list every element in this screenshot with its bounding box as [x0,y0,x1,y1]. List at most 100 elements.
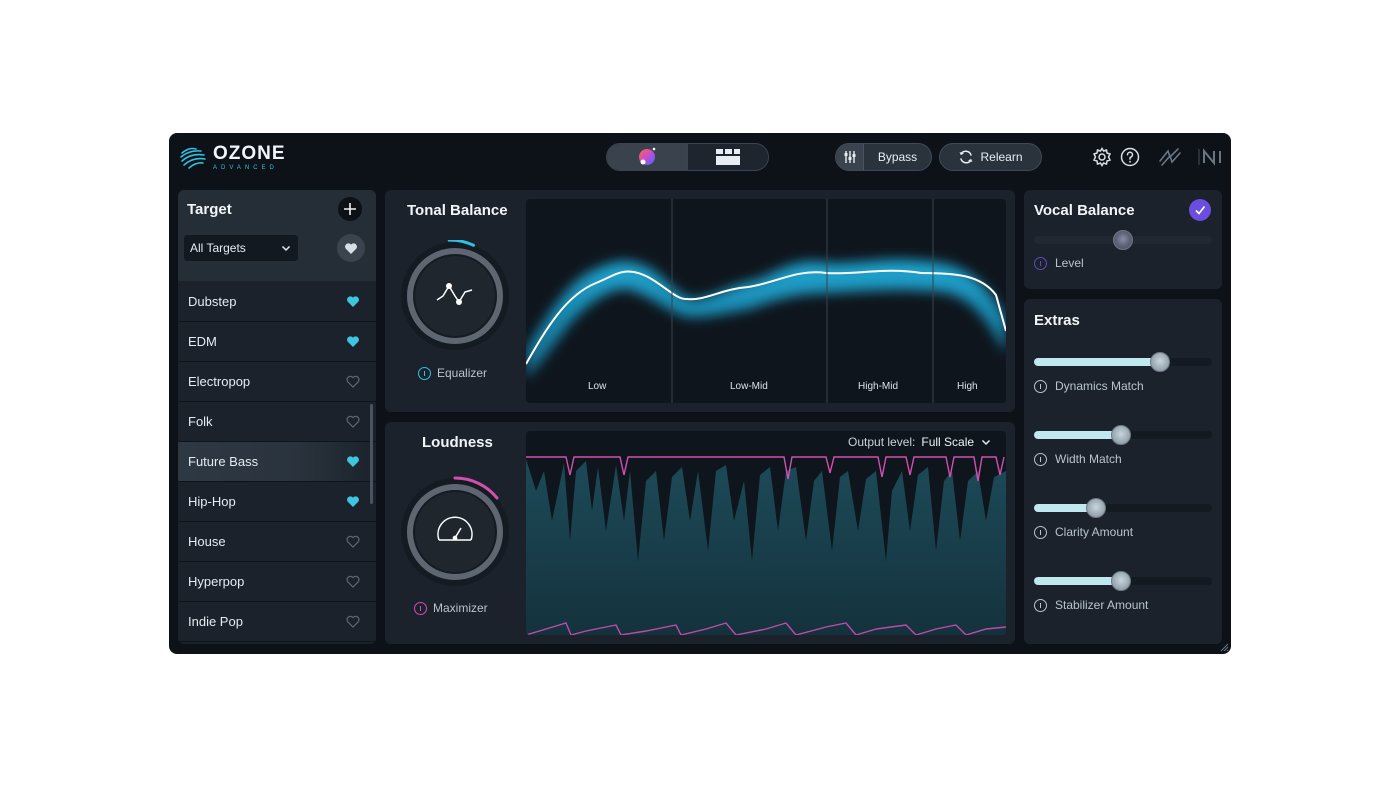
target-item-label: Indie Pop [188,614,243,629]
target-list-item[interactable]: Dubstep [178,282,376,322]
assistant-orb-icon [639,147,656,165]
ozone-logo-icon [180,147,206,169]
modules-view-button[interactable] [687,144,768,170]
vocal-level-toggle[interactable]: Level [1034,256,1084,270]
target-list-item[interactable]: Future Bass [178,442,376,482]
favorite-heart-icon[interactable] [346,455,360,468]
loudness-title: Loudness [422,434,493,451]
refresh-icon [959,150,973,164]
izotope-logo-icon [1159,148,1181,166]
relearn-button[interactable]: Relearn [939,143,1042,171]
vocal-level-slider[interactable] [1034,230,1212,250]
extras-slider-toggle[interactable]: Stabilizer Amount [1034,598,1148,612]
logo-title: OZONE [213,142,286,164]
add-target-button[interactable] [338,197,362,221]
favorite-heart-icon[interactable] [346,295,360,308]
tonal-balance-panel: Tonal Balance Equalizer Low Low-Mid High… [385,190,1015,412]
target-item-label: Folk [188,414,213,429]
target-list-item[interactable]: Electropop [178,362,376,402]
target-filter-value: All Targets [190,241,246,255]
target-list-item[interactable]: EDM [178,322,376,362]
target-list-item[interactable]: Folk [178,402,376,442]
target-list-scrollbar[interactable] [370,404,373,504]
maximizer-module-toggle[interactable]: Maximizer [414,601,488,615]
settings-button[interactable] [1091,146,1113,168]
help-button[interactable] [1119,146,1141,168]
extras-slider-label: Dynamics Match [1055,379,1144,393]
vocal-balance-enable-toggle[interactable] [1189,199,1211,221]
logo-subtitle: ADVANCED [213,164,278,171]
target-item-label: Electropop [188,374,251,389]
slider-thumb[interactable] [1111,425,1132,445]
band-label-low-mid: Low-Mid [730,381,768,392]
extras-slider-label: Stabilizer Amount [1055,598,1149,612]
extras-slider-toggle[interactable]: Width Match [1034,452,1122,466]
equalizer-knob[interactable] [399,240,511,352]
target-list-item[interactable]: Hip-Hop [178,482,376,522]
favorite-heart-icon[interactable] [346,535,360,548]
favorite-heart-icon[interactable] [346,375,360,388]
resize-grip-icon[interactable] [1219,642,1229,652]
favorite-heart-icon[interactable] [346,415,360,428]
equalizer-module-toggle[interactable]: Equalizer [418,366,487,380]
extras-slider[interactable] [1034,498,1212,518]
extras-slider[interactable] [1034,352,1212,372]
help-icon [1120,147,1140,167]
slider-thumb[interactable] [1111,571,1132,591]
gear-icon [1092,147,1112,167]
vocal-balance-title: Vocal Balance [1034,202,1135,219]
equalizer-label: Equalizer [437,366,488,380]
slider-fill [1034,358,1161,366]
extras-slider-label: Width Match [1055,452,1122,466]
extras-slider[interactable] [1034,425,1212,445]
native-instruments-button[interactable] [1197,146,1225,168]
band-label-high: High [957,381,978,392]
extras-slider-label: Clarity Amount [1055,525,1134,539]
slider-thumb[interactable] [1086,498,1107,518]
heart-icon [345,242,357,254]
izotope-link-button[interactable] [1157,146,1183,168]
vocal-level-thumb[interactable] [1113,230,1133,250]
target-list: Dubstep EDM Electropop Folk Future Bass Hip-H… [178,282,376,642]
extras-panel: Extras Dynamics Match Width Match Clarity … [1024,299,1222,644]
output-level-label: Output level: [848,435,916,449]
target-list-item[interactable]: Hyperpop [178,562,376,602]
loudness-panel: Loudness Maximizer Output level: Full Sc… [385,422,1015,644]
maximizer-knob[interactable] [399,476,511,588]
favorite-heart-icon[interactable] [346,575,360,588]
maximizer-label: Maximizer [433,601,488,615]
extras-slider-toggle[interactable]: Clarity Amount [1034,525,1133,539]
ozone-logo: OZONE ADVANCED [179,143,286,171]
target-title: Target [187,201,232,218]
power-icon [418,366,431,380]
bypass-label: Bypass [877,150,918,164]
favorites-filter-button[interactable] [337,234,365,262]
power-icon [414,601,427,615]
power-icon [1034,379,1047,393]
band-label-low: Low [588,381,607,392]
target-item-label: House [188,534,226,549]
extras-slider-toggle[interactable]: Dynamics Match [1034,379,1144,393]
tonal-balance-graph: Low Low-Mid High-Mid High [526,199,1006,403]
power-icon [1034,598,1047,612]
loudness-waveform [526,456,1006,635]
power-icon [1034,256,1047,270]
favorite-heart-icon[interactable] [346,335,360,348]
power-icon [1034,525,1047,539]
output-level-value: Full Scale [921,435,975,449]
power-icon [1034,452,1047,466]
favorite-heart-icon[interactable] [346,495,360,508]
bypass-button[interactable]: Bypass [835,143,932,171]
slider-thumb[interactable] [1150,352,1171,372]
view-mode-switch [606,143,769,171]
target-item-label: Hyperpop [188,574,245,589]
target-filter-select[interactable]: All Targets [184,235,298,261]
output-level-select[interactable]: Output level: Full Scale [848,435,992,449]
extras-slider[interactable] [1034,571,1212,591]
vocal-balance-panel: Vocal Balance Level [1024,190,1222,289]
assistant-view-button[interactable] [607,144,687,170]
favorite-heart-icon[interactable] [346,615,360,628]
target-list-item[interactable]: House [178,522,376,562]
loudness-graph: Output level: Full Scale [526,431,1006,635]
target-list-item[interactable]: Indie Pop [178,602,376,642]
